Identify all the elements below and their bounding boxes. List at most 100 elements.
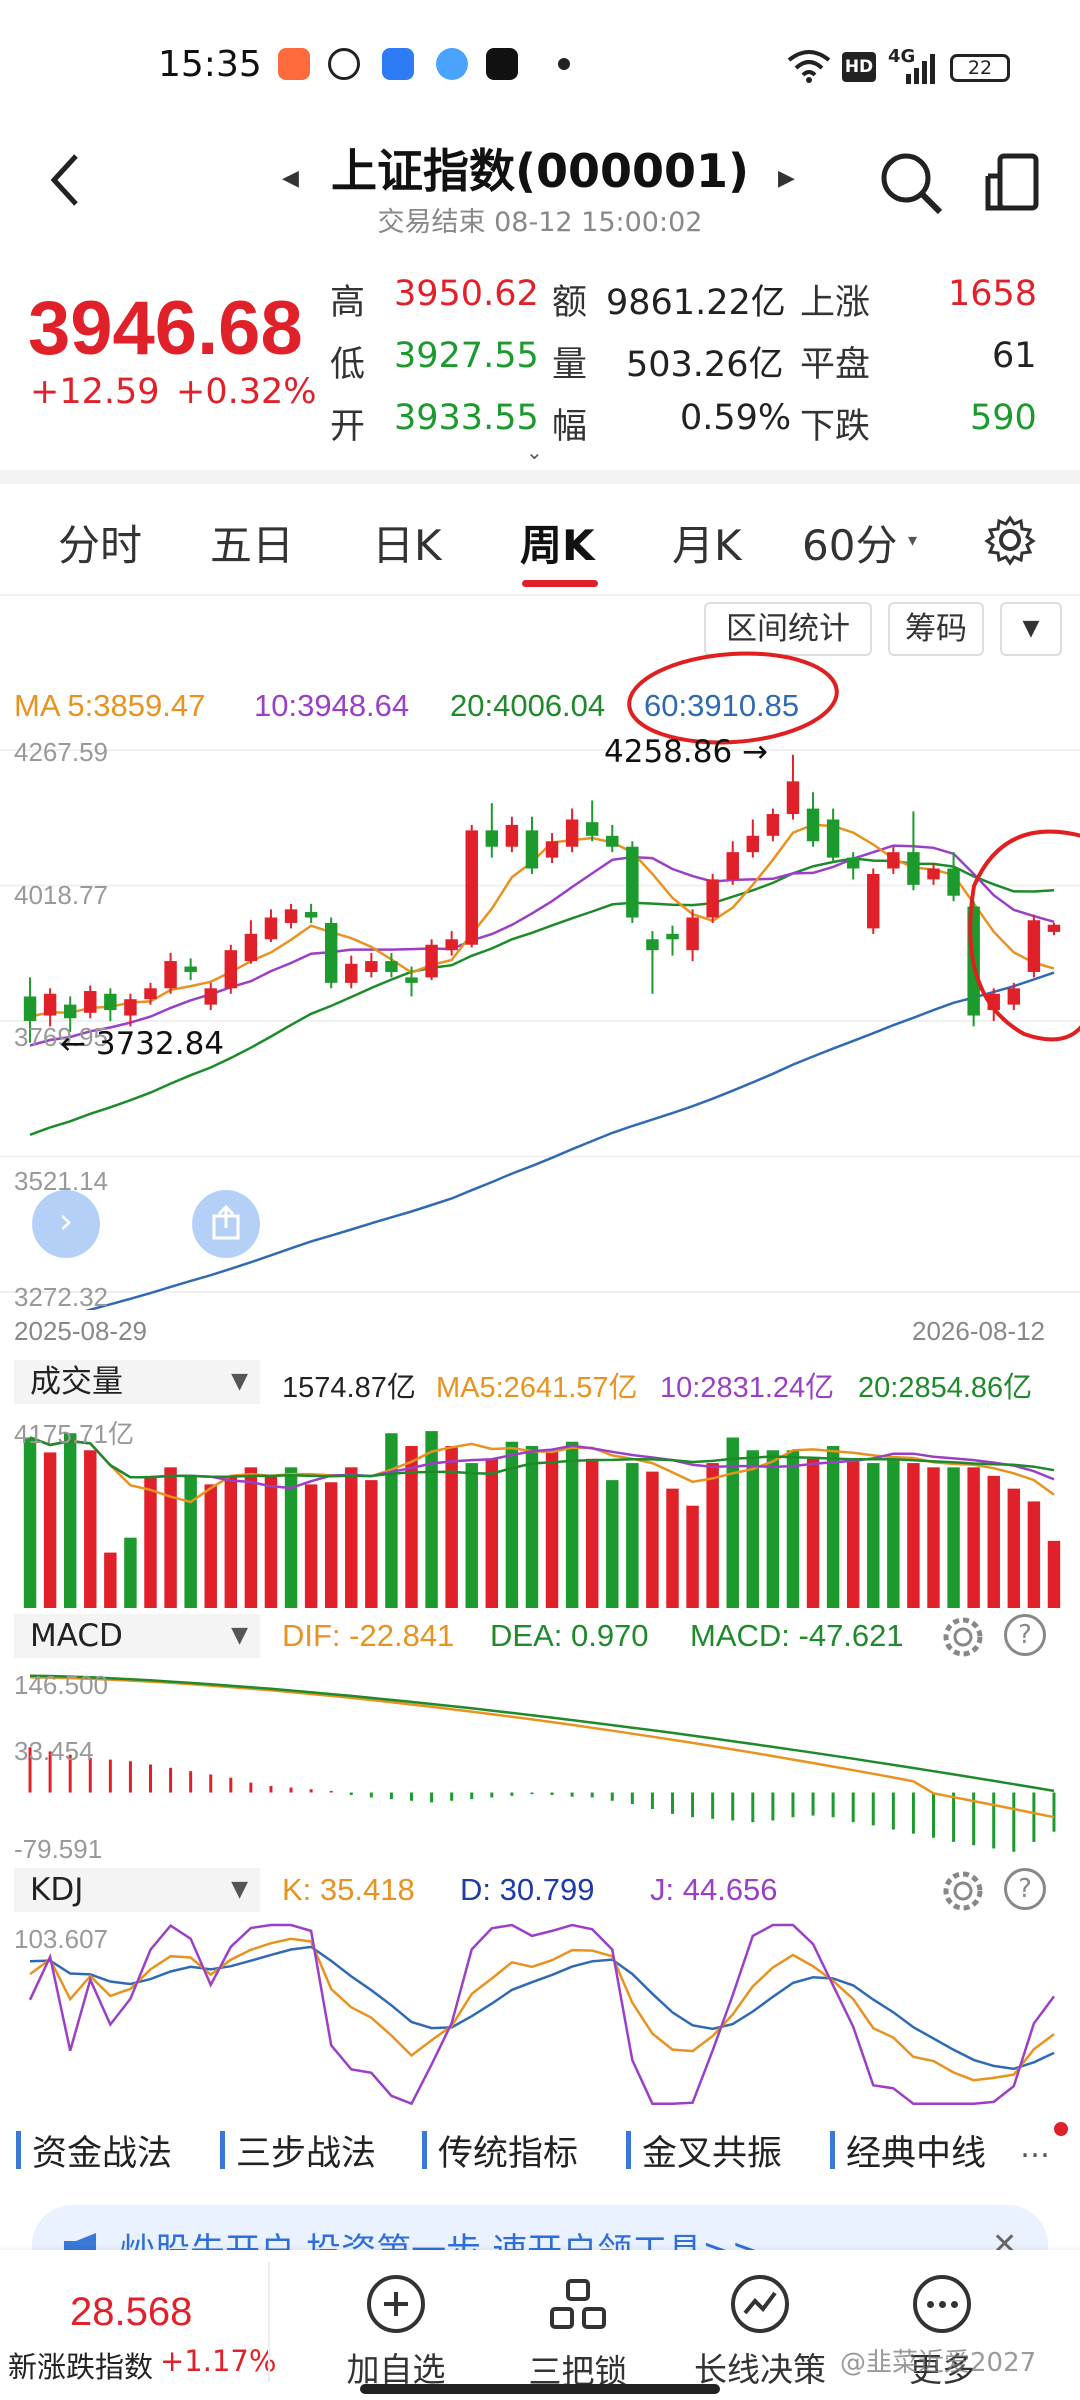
ma60-line xyxy=(84,971,1055,1310)
tab-intraday[interactable]: 分时 xyxy=(58,512,142,573)
volume-bar xyxy=(43,1452,57,1608)
candle xyxy=(244,920,258,964)
search-icon[interactable] xyxy=(878,150,944,216)
divider xyxy=(268,2262,270,2382)
kdj-indicator-select[interactable]: KDJ ▼ xyxy=(14,1868,260,1912)
nav-three-locks[interactable]: 三把锁 xyxy=(488,2275,668,2393)
macd-select-label: MACD xyxy=(30,1618,123,1654)
candle xyxy=(766,808,780,842)
tab-five-day[interactable]: 五日 xyxy=(210,512,294,573)
tab-60min[interactable]: 60分 xyxy=(802,512,897,573)
tab-monthly-k[interactable]: 月K xyxy=(672,512,742,573)
screen-orientation-icon[interactable] xyxy=(984,152,1040,212)
candle-body xyxy=(525,830,539,869)
tab-weekly-k[interactable]: 周K xyxy=(520,512,595,573)
macd-chart[interactable] xyxy=(0,1662,1080,1862)
kdj-settings-gear-icon[interactable] xyxy=(940,1868,986,1914)
candle-body xyxy=(244,933,258,962)
low-price-value: 3732.84 xyxy=(95,1026,225,1062)
more-dots-icon xyxy=(913,2275,971,2333)
kline-chart[interactable] xyxy=(0,740,1080,1310)
volume-bar xyxy=(1027,1501,1041,1608)
macd-help-icon[interactable]: ? xyxy=(1004,1614,1046,1656)
dropdown-triangle-icon: ▼ xyxy=(231,1623,248,1648)
volume-bar xyxy=(104,1552,117,1608)
tab-daily-k[interactable]: 日K xyxy=(372,512,442,573)
volume-bar xyxy=(706,1463,719,1608)
strategy-tab-three-step[interactable]: 三步战法 xyxy=(220,2125,376,2176)
expand-chart-button[interactable]: › xyxy=(32,1190,100,1258)
macd-dif: DIF: -22.841 xyxy=(282,1618,455,1653)
strategy-tab-golden-cross[interactable]: 金叉共振 xyxy=(626,2125,782,2176)
candle xyxy=(204,982,217,1011)
strategy-tab-capital[interactable]: 资金战法 xyxy=(16,2125,172,2176)
macd-indicator-select[interactable]: MACD ▼ xyxy=(14,1614,260,1658)
kdj-help-icon[interactable]: ? xyxy=(1004,1868,1046,1910)
candle-body xyxy=(405,977,418,983)
volume-bar xyxy=(425,1431,438,1608)
volume-chart[interactable] xyxy=(0,1410,1080,1610)
volume-select-label: 成交量 xyxy=(30,1364,123,1400)
price-change-pct: +0.32% xyxy=(176,372,317,412)
divider xyxy=(0,594,1080,596)
quote-label: 上涨 xyxy=(800,283,871,323)
kdj-j-line xyxy=(28,1923,1056,2106)
candle-body xyxy=(184,966,197,972)
candle xyxy=(545,833,559,864)
nav-add-watchlist[interactable]: 加自选 xyxy=(306,2275,486,2391)
low-price-label: ← 3732.84 xyxy=(60,1026,225,1062)
kdj-d-line xyxy=(29,1945,1055,2071)
strategy-tab-traditional[interactable]: 传统指标 xyxy=(422,2125,578,2176)
candle-body xyxy=(646,939,659,951)
date-start: 2025-08-29 xyxy=(14,1316,147,1346)
expand-quote-chevron-icon[interactable]: ⌄ xyxy=(526,440,543,464)
candle-body xyxy=(284,909,298,923)
settings-gear-icon[interactable] xyxy=(984,514,1036,566)
more-strategies-icon[interactable]: … xyxy=(1020,2130,1050,2165)
kdj-chart[interactable] xyxy=(0,1916,1080,2116)
price-change: +12.59 xyxy=(30,372,160,412)
candle xyxy=(445,931,458,956)
battery-icon: 22 xyxy=(950,54,1010,82)
dropdown-triangle-icon: ▼ xyxy=(231,1877,248,1902)
candle xyxy=(585,800,599,842)
breadth-index-name[interactable]: 新涨跌指数 xyxy=(8,2344,153,2386)
share-button[interactable] xyxy=(192,1190,260,1258)
kdj-k-line xyxy=(29,1937,1055,2082)
quote-value: 9861.22亿 xyxy=(606,283,786,323)
strategy-tab-classic-midline[interactable]: 经典中线 xyxy=(830,2125,986,2176)
trend-circle-icon xyxy=(731,2275,789,2333)
volume-bar xyxy=(84,1450,97,1608)
period-dropdown-icon[interactable]: ▾ xyxy=(908,530,917,551)
chart-options-dropdown-icon[interactable]: ▼ xyxy=(1000,602,1062,656)
current-price: 3946.68 xyxy=(28,286,303,371)
candle-body xyxy=(686,917,699,951)
volume-bar xyxy=(606,1480,619,1608)
chips-button[interactable]: 筹码 xyxy=(888,602,984,656)
macd-settings-gear-icon[interactable] xyxy=(940,1614,986,1660)
breadth-index-value[interactable]: 28.568 xyxy=(70,2290,192,2335)
volume-bar xyxy=(806,1458,820,1608)
candle-body xyxy=(746,835,760,853)
candle-body xyxy=(164,961,177,989)
volume-indicator-select[interactable]: 成交量 ▼ xyxy=(14,1360,260,1404)
status-bar: 15:35 HD 4G 22 xyxy=(0,0,1080,130)
status-time: 15:35 xyxy=(158,44,262,85)
candle-body xyxy=(626,846,639,918)
candle xyxy=(425,939,438,981)
candle xyxy=(686,909,699,962)
quote-value: 3927.55 xyxy=(394,336,539,376)
ma20-line xyxy=(29,857,1055,1136)
kdj-select-label: KDJ xyxy=(30,1872,84,1908)
nav-long-term-decision[interactable]: 长线决策 xyxy=(670,2275,850,2391)
volume-bar xyxy=(927,1467,940,1608)
next-stock-arrow-icon[interactable]: ▶ xyxy=(778,166,795,191)
macd-top-label: 146.500 xyxy=(14,1670,108,1700)
candle xyxy=(284,903,298,929)
candle-body xyxy=(907,852,920,885)
wifi-icon xyxy=(787,50,831,83)
candle-body xyxy=(445,939,458,951)
app-window-icon xyxy=(382,48,414,80)
volume-bar xyxy=(445,1446,458,1608)
divider xyxy=(0,470,1080,484)
